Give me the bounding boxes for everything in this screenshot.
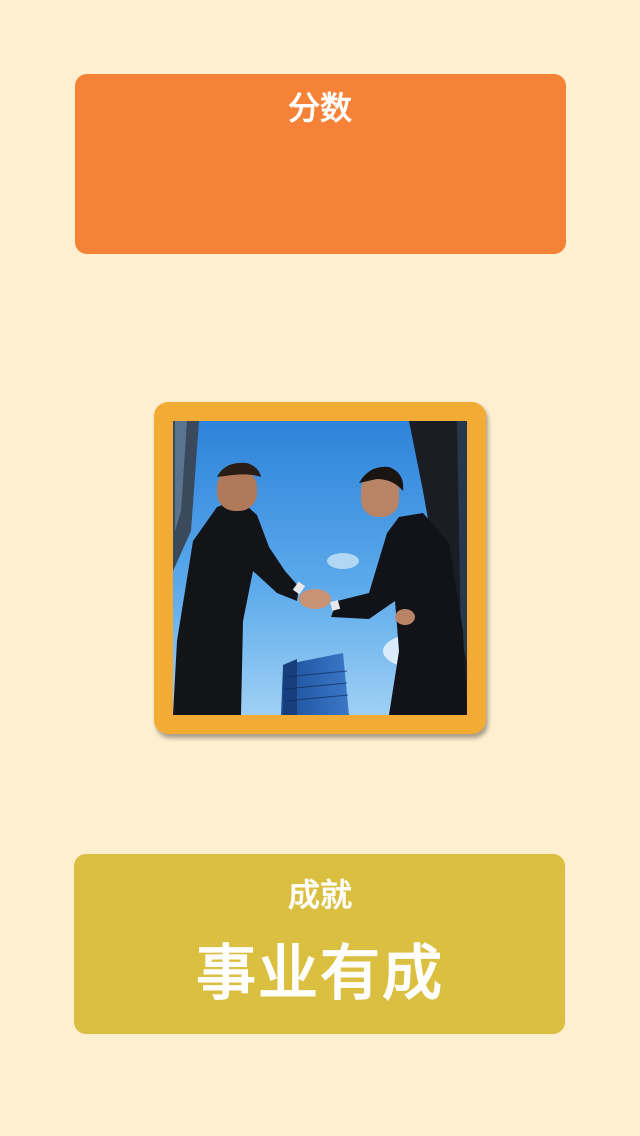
achievement-value: 事业有成 bbox=[196, 939, 444, 1009]
handshake-photo bbox=[173, 421, 467, 715]
achievement-title: 成就 bbox=[287, 876, 352, 914]
photo-frame bbox=[154, 402, 486, 734]
score-title: 分数 bbox=[287, 89, 352, 127]
handshake-photo-illustration bbox=[173, 421, 467, 715]
